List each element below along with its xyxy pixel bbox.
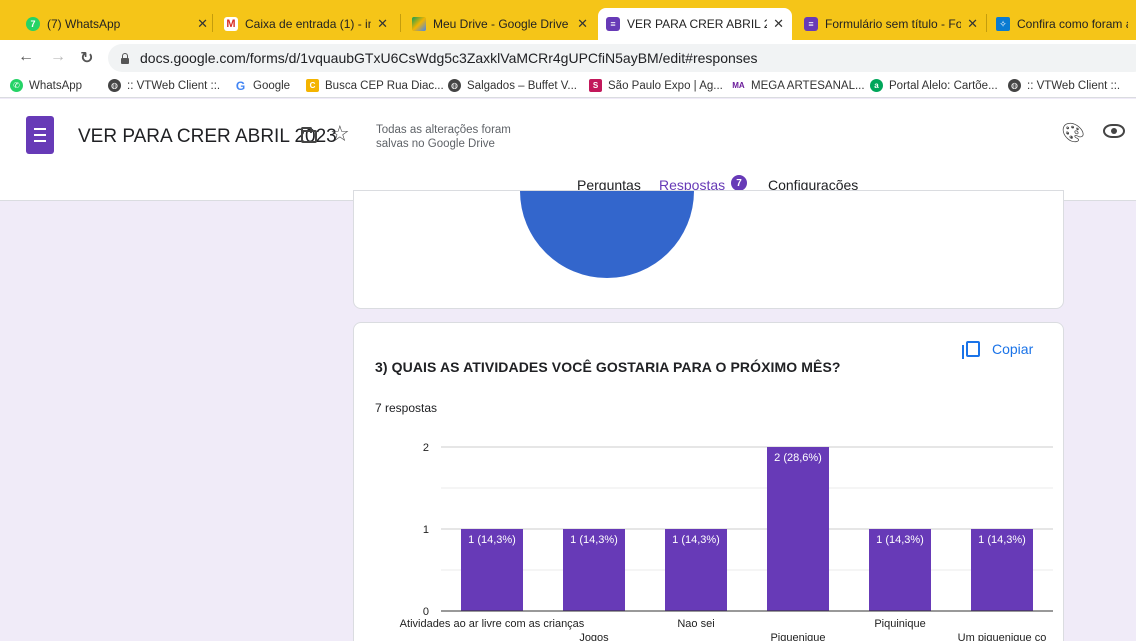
tab-title: Caixa de entrada (1) - instit (245, 17, 372, 31)
forward-icon[interactable]: → (50, 48, 66, 66)
tab-title: VER PARA CRER ABRIL 2023 (627, 17, 768, 31)
tab-forms-active[interactable]: ≡ VER PARA CRER ABRIL 2023 ✕ (598, 8, 792, 40)
copy-label: Copiar (992, 341, 1034, 357)
google-icon: G (234, 78, 247, 93)
star-icon[interactable]: ☆ (330, 121, 350, 147)
bookmark-portal-alelo[interactable]: a Portal Alelo: Cartõe... (870, 79, 998, 92)
x-tick-label: Atividades ao ar livre com as crianças (400, 618, 585, 630)
mega-icon: MA (732, 79, 745, 92)
tab-forms-untitled[interactable]: ≡ Formulário sem título - For ✕ (796, 8, 986, 40)
tab-title: Confira como foram as R (1017, 17, 1128, 31)
bookmark-salgados[interactable]: ◍ Salgados – Buffet V... (448, 79, 577, 92)
drive-icon (412, 17, 426, 31)
pie-chart (520, 190, 694, 278)
whatsapp-icon: ✆ (10, 79, 23, 92)
save-status: Todas as alterações foram salvas no Goog… (376, 124, 511, 150)
y-tick-label: 1 (423, 524, 429, 536)
copy-icon (962, 341, 980, 359)
preview-eye-icon[interactable] (1103, 124, 1125, 138)
back-icon[interactable]: ← (18, 48, 34, 66)
previous-question-card (353, 190, 1064, 309)
tab-news[interactable]: ✧ Confira como foram as R (988, 8, 1136, 40)
forms-logo-icon[interactable] (26, 116, 54, 154)
reload-icon[interactable]: ↻ (80, 48, 93, 68)
form-title[interactable]: VER PARA CRER ABRIL 2023 (78, 126, 337, 148)
x-tick-label: Piquinique (874, 618, 925, 630)
globe-icon: ◍ (108, 79, 121, 92)
responses-count: 7 respostas (375, 401, 438, 415)
tab-whatsapp[interactable]: 7 (7) WhatsApp ✕ (18, 8, 216, 40)
bookmark-google[interactable]: G Google (234, 78, 290, 93)
x-tick-label: Um piquenique co (958, 632, 1047, 641)
tab-title: Formulário sem título - For (825, 17, 962, 31)
bar-data-label: 2 (28,6%) (774, 452, 822, 464)
close-icon[interactable]: ✕ (967, 16, 978, 32)
bookmark-sao-paulo-expo[interactable]: S São Paulo Expo | Ag... (589, 79, 723, 92)
y-tick-label: 2 (423, 442, 429, 454)
forms-icon: ≡ (804, 17, 818, 31)
folder-icon[interactable] (301, 127, 317, 143)
forms-header: VER PARA CRER ABRIL 2023 ☆ Todas as alte… (0, 99, 1136, 201)
responses-count-badge: 7 (731, 175, 747, 191)
x-tick-label: Piquenique (770, 632, 825, 641)
url-text: docs.google.com/forms/d/1vquaubGTxU6CsWd… (140, 50, 758, 66)
tab-gmail[interactable]: M Caixa de entrada (1) - instit ✕ (216, 8, 396, 40)
bookmarks-bar: ✆ WhatsApp ◍ :: VTWeb Client ::. G Googl… (0, 76, 1136, 98)
bookmark-mega-artesanal[interactable]: MA MEGA ARTESANAL... (732, 79, 865, 92)
gmail-icon: M (224, 17, 238, 31)
bookmark-whatsapp[interactable]: ✆ WhatsApp (10, 79, 82, 92)
cep-icon: C (306, 79, 319, 92)
globe-icon: ◍ (448, 79, 461, 92)
bar-data-label: 1 (14,3%) (468, 534, 516, 546)
bar-data-label: 1 (14,3%) (876, 534, 924, 546)
tab-google-drive[interactable]: Meu Drive - Google Drive ✕ (404, 8, 596, 40)
bookmark-busca-cep[interactable]: C Busca CEP Rua Diac... (306, 79, 444, 92)
y-tick-label: 0 (423, 606, 429, 618)
tab-title: Meu Drive - Google Drive (433, 17, 569, 31)
forms-icon: ≡ (606, 17, 620, 31)
copy-button[interactable]: Copiar (962, 341, 1034, 359)
palette-icon[interactable]: 🎨︎ (1061, 121, 1085, 145)
question-title: 3) QUAIS AS ATIVIDADES VOCÊ GOSTARIA PAR… (375, 359, 841, 375)
bookmark-vtweb[interactable]: ◍ :: VTWeb Client ::. (108, 79, 220, 92)
question-3-card: Copiar 3) QUAIS AS ATIVIDADES VOCÊ GOSTA… (353, 322, 1064, 641)
close-icon[interactable]: ✕ (773, 16, 784, 32)
browser-tab-strip: 7 (7) WhatsApp ✕ M Caixa de entrada (1) … (0, 0, 1136, 40)
close-icon[interactable]: ✕ (197, 16, 208, 32)
bar-data-label: 1 (14,3%) (672, 534, 720, 546)
bar[interactable] (767, 447, 829, 611)
x-tick-label: Nao sei (677, 618, 714, 630)
bar-data-label: 1 (14,3%) (570, 534, 618, 546)
news-icon: ✧ (996, 17, 1010, 31)
bookmark-vtweb-2[interactable]: ◍ :: VTWeb Client ::. (1008, 79, 1120, 92)
alelo-icon: a (870, 79, 883, 92)
address-bar[interactable]: docs.google.com/forms/d/1vquaubGTxU6CsWd… (108, 44, 1136, 72)
whatsapp-icon: 7 (26, 17, 40, 31)
bar-data-label: 1 (14,3%) (978, 534, 1026, 546)
close-icon[interactable]: ✕ (577, 16, 588, 32)
globe-icon: ◍ (1008, 79, 1021, 92)
close-icon[interactable]: ✕ (377, 16, 388, 32)
bar-chart: 0 1 2 1 (14,3%) Atividades ao ar livre com a… (400, 442, 1053, 641)
lock-icon[interactable] (120, 52, 130, 64)
pie-slice[interactable] (520, 190, 694, 278)
browser-toolbar: ← → ↻ docs.google.com/forms/d/1vquaubGTx… (0, 40, 1136, 76)
expo-icon: S (589, 79, 602, 92)
tab-title: (7) WhatsApp (47, 17, 121, 31)
x-tick-label: Jogos (579, 632, 609, 641)
